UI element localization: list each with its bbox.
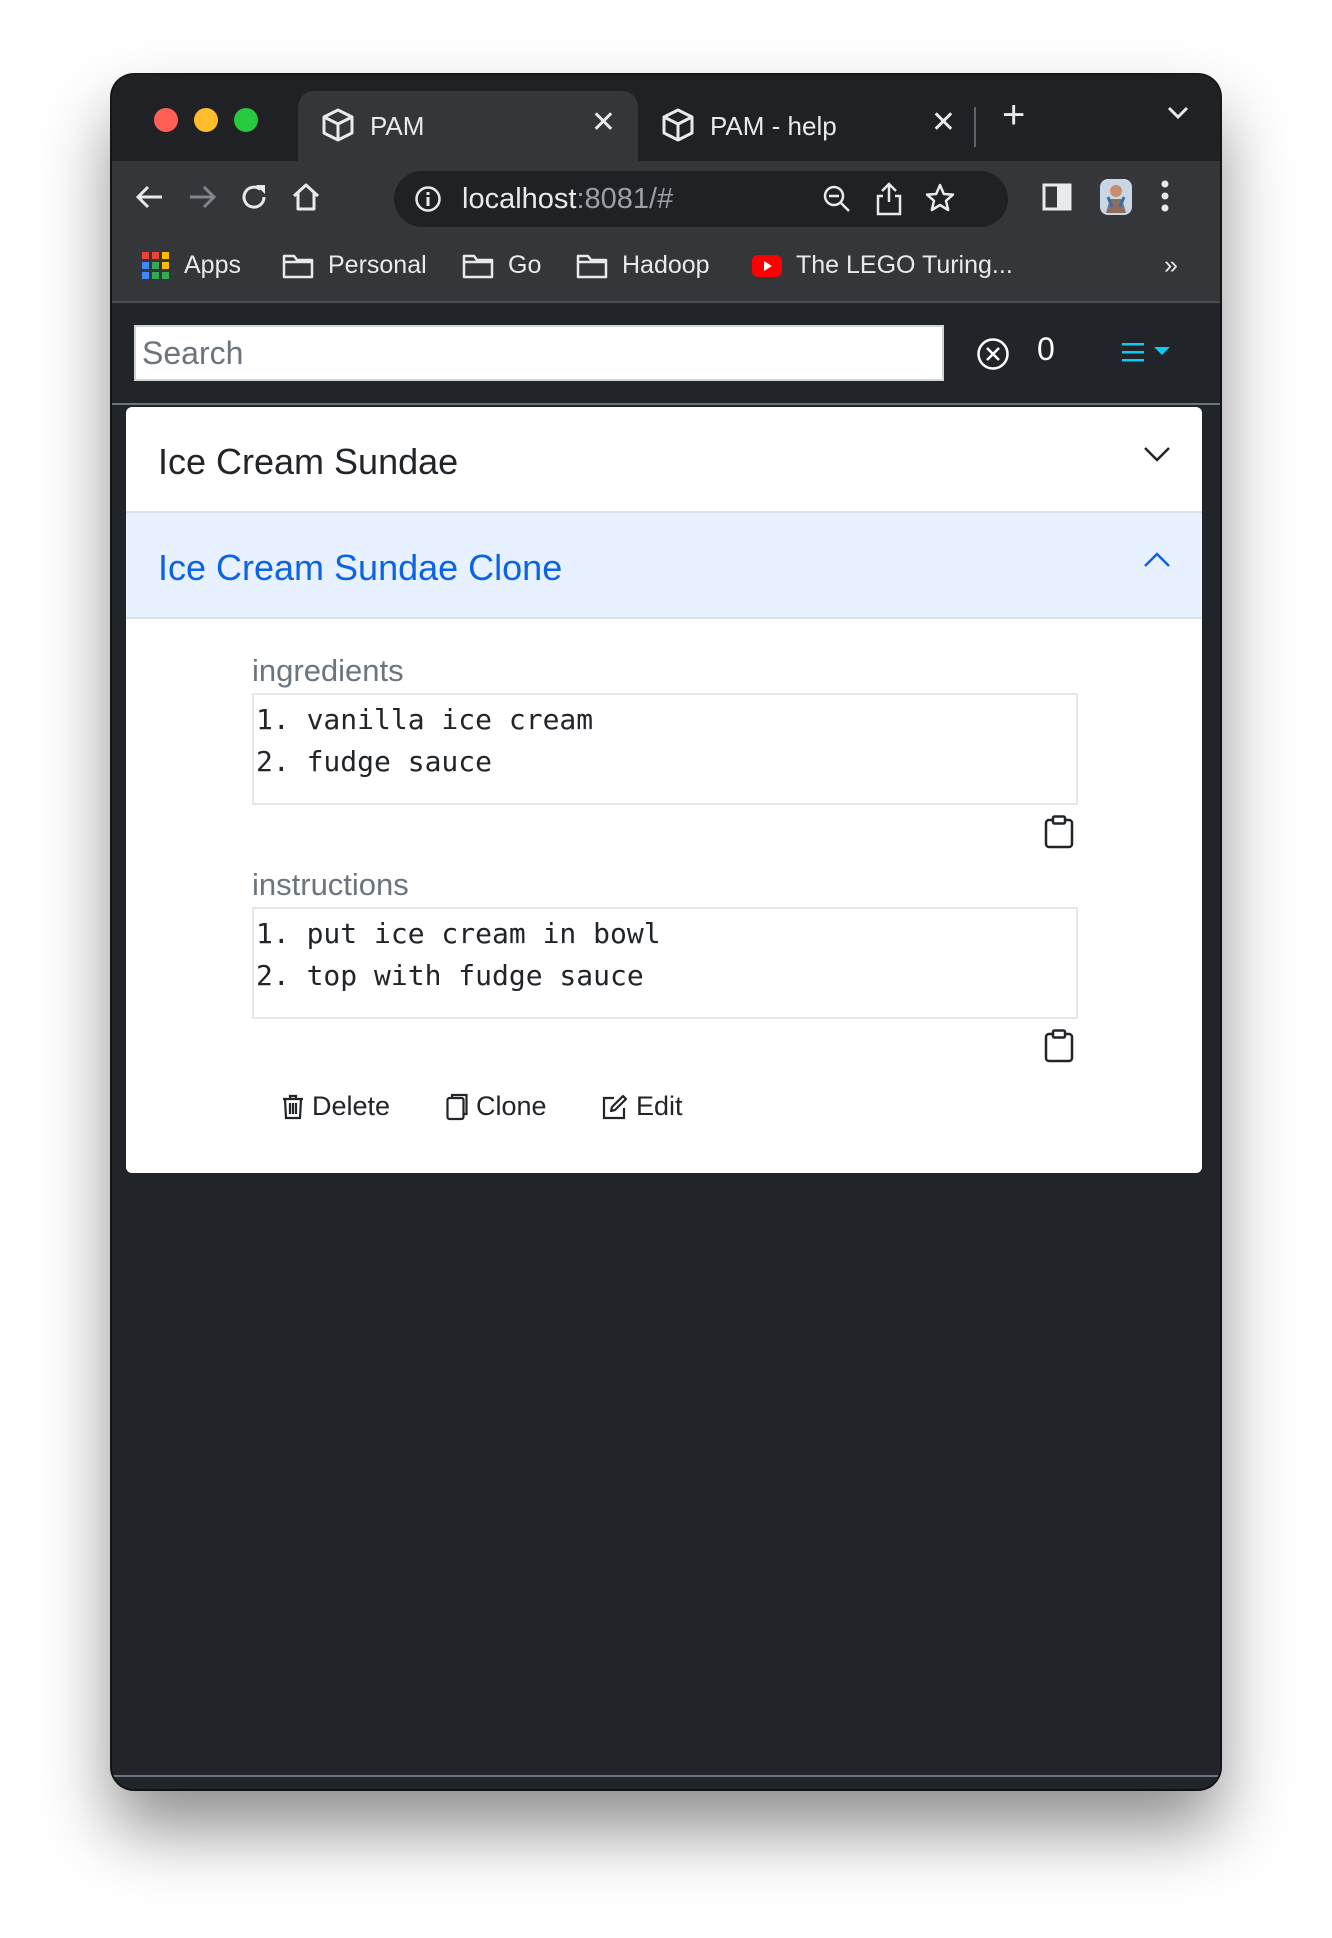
bookmark-label: The LEGO Turing... [796,251,1013,279]
bookmarks-overflow-icon[interactable]: » [1164,251,1178,280]
cube-icon [660,107,696,148]
close-window-button[interactable] [154,108,178,132]
ingredients-label: ingredients [252,653,404,688]
bookmark-hadoop[interactable]: Hadoop [576,251,710,280]
new-tab-icon[interactable]: + [1002,93,1025,138]
browser-window: PAM ✕ PAM - help ✕ + localhost:8081/# Ap… [112,75,1220,1789]
instruction-line: 1. put ice cream in bowl [256,917,661,950]
tab-strip: PAM ✕ PAM - help ✕ + [112,75,1220,161]
apps-grid-icon [142,251,169,279]
bookmark-personal[interactable]: Personal [282,251,427,280]
side-panel-icon[interactable] [1042,183,1072,216]
bookmark-apps[interactable]: Apps [142,251,241,280]
home-icon[interactable] [290,181,322,218]
item-title: Ice Cream Sundae Clone [158,547,563,588]
tab-title: PAM - help [710,111,837,141]
chevron-down-icon[interactable] [1166,105,1190,126]
instruction-line: 2. top with fudge sauce [256,959,644,992]
bookmark-label: Go [508,251,542,279]
instructions-field[interactable]: 1. put ice cream in bowl 2. top with fud… [252,907,1078,1019]
folder-icon [282,254,314,278]
forward-arrow-icon[interactable] [186,181,218,218]
share-icon[interactable] [874,182,904,221]
page-content: 0 Ice Cream Sundae Ice Cream Sundae Clon… [112,301,1220,1789]
close-tab-icon[interactable]: ✕ [931,105,956,140]
clear-search-icon[interactable] [976,337,1010,376]
recipe-accordion: Ice Cream Sundae Ice Cream Sundae Clone … [126,407,1202,1173]
result-count: 0 [1037,331,1055,367]
zoom-out-icon[interactable] [822,184,852,219]
tab-title: PAM [370,111,425,141]
divider [112,403,1220,405]
search-field[interactable] [134,325,944,381]
bookmark-label: Hadoop [622,251,710,279]
browser-toolbar: localhost:8081/# Apps Personal Go Hadoop… [112,161,1220,301]
clipboard-icon[interactable] [1044,815,1074,854]
info-icon[interactable] [414,185,442,218]
maximize-window-button[interactable] [234,108,258,132]
cube-icon [320,107,356,148]
url-text: localhost:8081/# [462,183,674,215]
address-bar[interactable]: localhost:8081/# [394,171,1008,227]
clone-button[interactable]: Clone [446,1091,547,1122]
delete-label: Delete [312,1091,391,1121]
copy-icon [446,1093,468,1120]
bookmark-label: Personal [328,251,427,279]
item-title: Ice Cream Sundae [158,441,459,482]
bookmark-lego-turing[interactable]: The LEGO Turing... [752,251,1013,280]
more-vert-icon[interactable] [1160,179,1170,218]
search-input[interactable] [136,327,942,379]
edit-label: Edit [636,1091,683,1121]
instructions-label: instructions [252,867,409,902]
close-tab-icon[interactable]: ✕ [591,105,616,140]
youtube-icon [752,254,782,277]
folder-icon [576,254,608,278]
hamburger-icon [1122,343,1144,362]
menu-dropdown-button[interactable] [1122,341,1182,370]
edit-icon [602,1094,628,1119]
caret-down-icon [1154,347,1170,355]
chevron-down-icon [1142,445,1172,468]
accordion-item-ice-cream-sundae[interactable]: Ice Cream Sundae [126,407,1202,513]
trash-icon [283,1094,303,1119]
profile-avatar[interactable] [1098,177,1134,222]
tab-pam[interactable]: PAM ✕ [298,91,638,161]
bookmark-label: Apps [184,251,241,279]
star-icon[interactable] [924,182,956,219]
accordion-body: ingredients 1. vanilla ice cream 2. fudg… [126,619,1202,1173]
tab-separator [974,107,976,147]
accordion-item-ice-cream-sundae-clone[interactable]: Ice Cream Sundae Clone [126,513,1202,619]
ingredients-field[interactable]: 1. vanilla ice cream 2. fudge sauce [252,693,1078,805]
clipboard-icon[interactable] [1044,1029,1074,1068]
edit-button[interactable]: Edit [602,1091,683,1122]
folder-icon [462,254,494,278]
minimize-window-button[interactable] [194,108,218,132]
back-arrow-icon[interactable] [134,181,166,218]
divider [112,301,1220,303]
bookmarks-bar: Apps Personal Go Hadoop The LEGO Turing.… [112,241,1220,301]
footer-divider [112,1775,1220,1777]
tab-pam-help[interactable]: PAM - help ✕ [638,91,978,161]
ingredient-line: 1. vanilla ice cream [256,703,594,736]
bookmark-go[interactable]: Go [462,251,541,280]
clone-label: Clone [476,1091,547,1121]
reload-icon[interactable] [238,181,270,218]
ingredient-line: 2. fudge sauce [256,745,493,778]
chevron-up-icon [1142,551,1172,574]
delete-button[interactable]: Delete [282,1091,390,1122]
